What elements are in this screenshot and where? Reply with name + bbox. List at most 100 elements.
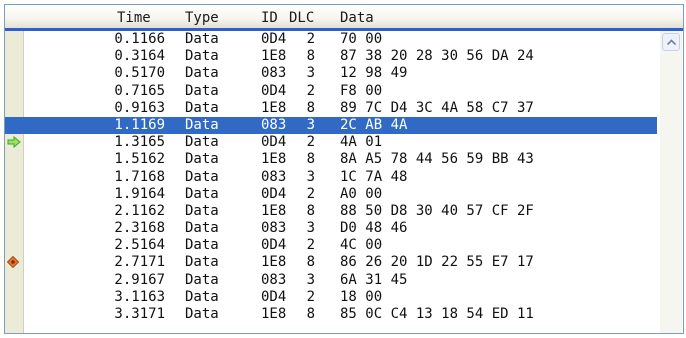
time-cell: 2.1162 — [114, 202, 165, 219]
time-cell: 0.3164 — [114, 48, 165, 65]
dlc-cell: 2 — [306, 31, 315, 47]
column-header-data[interactable]: Data — [340, 10, 374, 26]
table-row[interactable]: 2.1162 Data 1E8 8 88 50 D8 30 40 57 CF 2F — [5, 203, 657, 220]
time-cell: 0.1166 — [114, 31, 165, 47]
time-cell: 1.7168 — [114, 168, 165, 185]
time-cell: 1.9164 — [114, 185, 165, 202]
table-row[interactable]: 0.5170 Data 083 3 12 98 49 — [5, 65, 657, 82]
data-cell: 4C 00 — [340, 237, 383, 254]
type-cell: Data — [185, 82, 219, 99]
table-row[interactable]: 0.7165 Data 0D4 2 F8 00 — [5, 83, 657, 100]
type-cell: Data — [185, 99, 219, 116]
table-row[interactable]: 1.3165 Data 0D4 2 4A 01 — [5, 134, 657, 151]
time-cell: 1.1169 — [114, 116, 165, 133]
dlc-cell: 2 — [306, 185, 315, 202]
time-cell: 0.9163 — [114, 99, 165, 116]
time-cell: 3.1163 — [114, 288, 165, 305]
column-header-time[interactable]: Time — [117, 10, 151, 26]
time-cell: 2.3168 — [114, 220, 165, 237]
time-cell: 1.3165 — [114, 134, 165, 151]
table-row[interactable]: 3.1163 Data 0D4 2 18 00 — [5, 289, 657, 306]
type-cell: Data — [185, 306, 219, 322]
column-header-dlc[interactable]: DLC — [289, 10, 314, 26]
id-cell: 1E8 — [261, 99, 287, 116]
id-cell: 0D4 — [261, 237, 287, 254]
type-cell: Data — [185, 202, 219, 219]
time-cell: 0.5170 — [114, 65, 165, 82]
table-row[interactable]: 2.3168 Data 083 3 D0 48 46 — [5, 220, 657, 237]
id-cell: 083 — [261, 65, 287, 82]
dlc-cell: 3 — [306, 271, 315, 288]
data-cell: F8 00 — [340, 82, 383, 99]
dlc-cell: 3 — [306, 65, 315, 82]
type-cell: Data — [185, 271, 219, 288]
scroll-up-button[interactable] — [662, 33, 680, 51]
dlc-cell: 3 — [306, 116, 315, 133]
dlc-cell: 8 — [306, 254, 315, 271]
trace-rows: 0.1166 Data 0D4 2 70 00 0.3164 Data 1E8 8 87 38 2… — [5, 31, 657, 323]
id-cell: 1E8 — [261, 202, 287, 219]
column-header-id[interactable]: ID — [261, 10, 278, 26]
data-cell: 1C 7A 48 — [340, 168, 408, 185]
dlc-cell: 3 — [306, 168, 315, 185]
dlc-cell: 2 — [306, 82, 315, 99]
data-cell: A0 00 — [340, 185, 383, 202]
type-cell: Data — [185, 220, 219, 237]
table-row[interactable]: 0.9163 Data 1E8 8 89 7C D4 3C 4A 58 C7 37 — [5, 100, 657, 117]
table-row[interactable]: 1.1169 Data 083 3 2C AB 4A — [5, 116, 657, 135]
type-cell: Data — [185, 237, 219, 254]
table-row[interactable]: 1.9164 Data 0D4 2 A0 00 — [5, 186, 657, 203]
time-cell: 3.3171 — [114, 306, 165, 322]
id-cell: 0D4 — [261, 134, 287, 151]
data-cell: 12 98 49 — [340, 65, 408, 82]
table-row[interactable]: 3.3171 Data 1E8 8 85 0C C4 13 18 54 ED 11 — [5, 306, 657, 323]
dlc-cell: 3 — [306, 220, 315, 237]
data-cell: 86 26 20 1D 22 55 E7 17 — [340, 254, 534, 271]
type-cell: Data — [185, 151, 219, 168]
type-cell: Data — [185, 254, 219, 271]
id-cell: 1E8 — [261, 151, 287, 168]
column-header-type[interactable]: Type — [185, 10, 219, 26]
breakpoint-icon[interactable] — [6, 254, 22, 270]
dlc-cell: 2 — [306, 134, 315, 151]
table-row[interactable]: 2.9167 Data 083 3 6A 31 45 — [5, 272, 657, 289]
data-cell: 8A A5 78 44 56 59 BB 43 — [340, 151, 534, 168]
type-cell: Data — [185, 168, 219, 185]
column-header: Time Type ID DLC Data — [5, 5, 683, 31]
id-cell: 083 — [261, 220, 287, 237]
type-cell: Data — [185, 185, 219, 202]
time-cell: 2.9167 — [114, 271, 165, 288]
type-cell: Data — [185, 65, 219, 82]
time-cell: 1.5162 — [114, 151, 165, 168]
data-cell: 4A 01 — [340, 134, 383, 151]
data-cell: 6A 31 45 — [340, 271, 408, 288]
type-cell: Data — [185, 116, 219, 133]
id-cell: 0D4 — [261, 31, 287, 47]
id-cell: 0D4 — [261, 185, 287, 202]
dlc-cell: 2 — [306, 237, 315, 254]
id-cell: 0D4 — [261, 288, 287, 305]
id-cell: 1E8 — [261, 254, 287, 271]
chevron-up-icon — [666, 39, 676, 45]
id-cell: 083 — [261, 271, 287, 288]
time-cell: 0.7165 — [114, 82, 165, 99]
table-row[interactable]: 0.1166 Data 0D4 2 70 00 — [5, 31, 657, 48]
dlc-cell: 8 — [306, 151, 315, 168]
data-cell: 18 00 — [340, 288, 383, 305]
id-cell: 083 — [261, 168, 287, 185]
id-cell: 1E8 — [261, 48, 287, 65]
table-row[interactable]: 1.5162 Data 1E8 8 8A A5 78 44 56 59 BB 43 — [5, 151, 657, 168]
current-position-arrow-icon[interactable] — [6, 134, 22, 150]
dlc-cell: 2 — [306, 288, 315, 305]
table-row[interactable]: 1.7168 Data 083 3 1C 7A 48 — [5, 169, 657, 186]
table-row[interactable]: 0.3164 Data 1E8 8 87 38 20 28 30 56 DA 24 — [5, 48, 657, 65]
data-cell: 87 38 20 28 30 56 DA 24 — [340, 48, 534, 65]
table-row[interactable]: 2.7171 Data 1E8 8 86 26 20 1D 22 55 E7 17 — [5, 254, 657, 271]
vertical-scrollbar[interactable] — [660, 31, 682, 333]
can-trace-window: Time Type ID DLC Data 0.1166 Data 0D4 2 70 0… — [4, 4, 684, 334]
data-cell: 70 00 — [340, 31, 383, 47]
data-cell: 88 50 D8 30 40 57 CF 2F — [340, 202, 534, 219]
time-cell: 2.7171 — [114, 254, 165, 271]
table-row[interactable]: 2.5164 Data 0D4 2 4C 00 — [5, 237, 657, 254]
dlc-cell: 8 — [306, 202, 315, 219]
